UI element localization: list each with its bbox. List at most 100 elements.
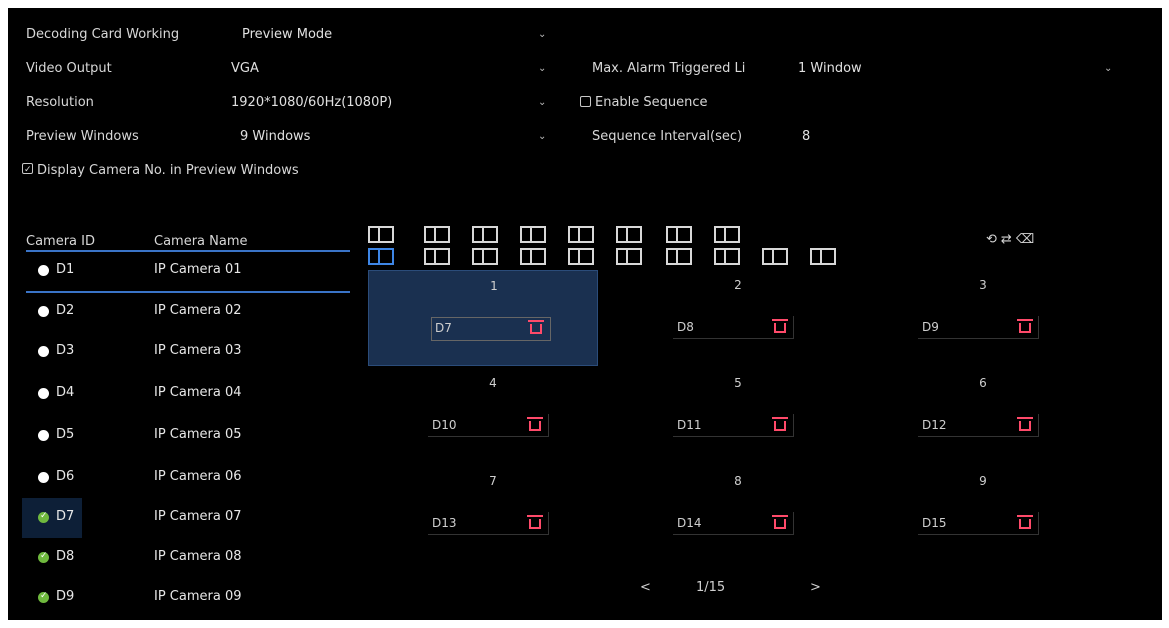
camera-id: D4 (56, 385, 75, 400)
layout-12-icon[interactable] (520, 248, 546, 265)
camera-row-d6[interactable]: D6 IP Camera 06 (22, 460, 352, 500)
layout-8-icon[interactable] (714, 226, 740, 243)
layout-15-icon[interactable] (666, 248, 692, 265)
device-id: D12 (922, 418, 947, 432)
camera-row-d2[interactable]: D2 IP Camera 02 (22, 294, 352, 334)
resolution-select[interactable]: 1920*1080/60Hz(1080P) ⌄ (231, 95, 551, 110)
window-number: 4 (489, 376, 497, 390)
layout-6-icon[interactable] (616, 226, 642, 243)
enable-sequence-option[interactable]: Enable Sequence (580, 95, 708, 110)
layout-9-icon[interactable] (368, 248, 394, 265)
preview-windows-value: 9 Windows (240, 129, 311, 144)
delete-icon[interactable] (771, 415, 789, 432)
chevron-down-icon: ⌄ (538, 131, 547, 142)
window-number: 7 (489, 474, 497, 488)
camera-name: IP Camera 04 (154, 385, 242, 400)
swap-icon[interactable]: ⇄ (1001, 232, 1016, 247)
delete-icon[interactable] (1016, 317, 1034, 334)
max-alarm-label: Max. Alarm Triggered Li (592, 61, 746, 76)
layout-13-icon[interactable] (568, 248, 594, 265)
enable-sequence-checkbox[interactable] (580, 96, 591, 107)
sequence-interval-label: Sequence Interval(sec) (592, 129, 743, 144)
camera-id: D6 (56, 469, 75, 484)
rotate-icon[interactable]: ⟲ (986, 232, 1001, 247)
max-alarm-select[interactable]: 1 Window ⌄ (798, 61, 1123, 76)
display-camera-no-label: Display Camera No. in Preview Windows (37, 163, 299, 178)
delete-icon[interactable] (1016, 415, 1034, 432)
window-number: 1 (490, 279, 498, 293)
decoding-card-select[interactable]: Preview Mode ⌄ (242, 27, 552, 42)
delete-icon[interactable] (1016, 513, 1034, 530)
device-id: D7 (435, 321, 452, 335)
preview-window-5[interactable]: 5 D11 (613, 368, 843, 464)
layout-18-icon[interactable] (810, 248, 836, 265)
video-output-value: VGA (231, 61, 259, 76)
layout-17-icon[interactable] (762, 248, 788, 265)
layout-16-icon[interactable] (714, 248, 740, 265)
layout-5-icon[interactable] (568, 226, 594, 243)
video-output-label: Video Output (26, 61, 112, 76)
layout-tools[interactable]: ⟲⇄⌫ (986, 232, 1038, 247)
camera-row-d4[interactable]: D4 IP Camera 04 (22, 376, 352, 416)
window-number: 5 (734, 376, 742, 390)
camera-name: IP Camera 03 (154, 343, 242, 358)
camera-row-d5[interactable]: D5 IP Camera 05 (22, 418, 352, 458)
layout-11-icon[interactable] (472, 248, 498, 265)
preview-window-4[interactable]: 4 D10 (368, 368, 598, 464)
status-dot-icon (38, 472, 49, 483)
preview-window-6[interactable]: 6 D12 (858, 368, 1088, 464)
sequence-interval-input[interactable]: 8 (802, 129, 810, 144)
display-camera-no-option[interactable]: Display Camera No. in Preview Windows (22, 163, 299, 178)
resolution-label: Resolution (26, 95, 94, 110)
preview-window-7[interactable]: 7 D13 (368, 466, 598, 562)
preview-window-3[interactable]: 3 D9 (858, 270, 1088, 366)
decoding-card-label: Decoding Card Working (26, 27, 180, 42)
resolution-value: 1920*1080/60Hz(1080P) (231, 95, 393, 110)
layout-14-icon[interactable] (616, 248, 642, 265)
layout-3-icon[interactable] (472, 226, 498, 243)
camera-name: IP Camera 07 (154, 509, 242, 524)
prev-page-button[interactable]: < (640, 580, 651, 595)
camera-row-d1[interactable]: D1 IP Camera 01 (22, 253, 352, 293)
camera-id: D2 (56, 303, 75, 318)
layout-4-icon[interactable] (520, 226, 546, 243)
camera-row-d3[interactable]: D3 IP Camera 03 (22, 334, 352, 374)
preview-windows-select[interactable]: 9 Windows ⌄ (240, 129, 552, 144)
delete-icon[interactable] (527, 318, 545, 335)
check-circle-icon (38, 591, 49, 603)
preview-window-2[interactable]: 2 D8 (613, 270, 843, 366)
camera-id: D5 (56, 427, 75, 442)
status-dot-icon (38, 346, 49, 357)
layout-10-icon[interactable] (424, 248, 450, 265)
device-id: D13 (432, 516, 457, 530)
camera-row-d7[interactable]: D7 IP Camera 07 (22, 500, 352, 540)
delete-icon[interactable] (771, 513, 789, 530)
camera-name: IP Camera 09 (154, 589, 242, 604)
preview-window-1[interactable]: 1 D7 (368, 270, 598, 366)
camera-id: D7 (56, 509, 75, 524)
decoding-card-value: Preview Mode (242, 27, 333, 42)
delete-icon[interactable] (771, 317, 789, 334)
video-output-select[interactable]: VGA ⌄ (231, 61, 551, 76)
preview-window-8[interactable]: 8 D14 (613, 466, 843, 562)
camera-row-d8[interactable]: D8 IP Camera 08 (22, 540, 352, 580)
device-id: D15 (922, 516, 947, 530)
camera-id: D3 (56, 343, 75, 358)
delete-icon[interactable] (526, 415, 544, 432)
display-settings-screen: Decoding Card Working Preview Mode ⌄ Vid… (8, 8, 1162, 620)
next-page-button[interactable]: > (810, 580, 821, 595)
display-camera-no-checkbox[interactable] (22, 163, 33, 174)
camera-name: IP Camera 06 (154, 469, 242, 484)
camera-name: IP Camera 05 (154, 427, 242, 442)
layout-7-icon[interactable] (666, 226, 692, 243)
clear-icon[interactable]: ⌫ (1016, 232, 1038, 247)
layout-2-icon[interactable] (424, 226, 450, 243)
max-alarm-value: 1 Window (798, 61, 862, 76)
chevron-down-icon: ⌄ (538, 63, 547, 74)
preview-window-9[interactable]: 9 D15 (858, 466, 1088, 562)
camera-id: D8 (56, 549, 75, 564)
device-id: D10 (432, 418, 457, 432)
camera-row-d9[interactable]: D9 IP Camera 09 (22, 580, 352, 620)
layout-1-icon[interactable] (368, 226, 394, 243)
delete-icon[interactable] (526, 513, 544, 530)
